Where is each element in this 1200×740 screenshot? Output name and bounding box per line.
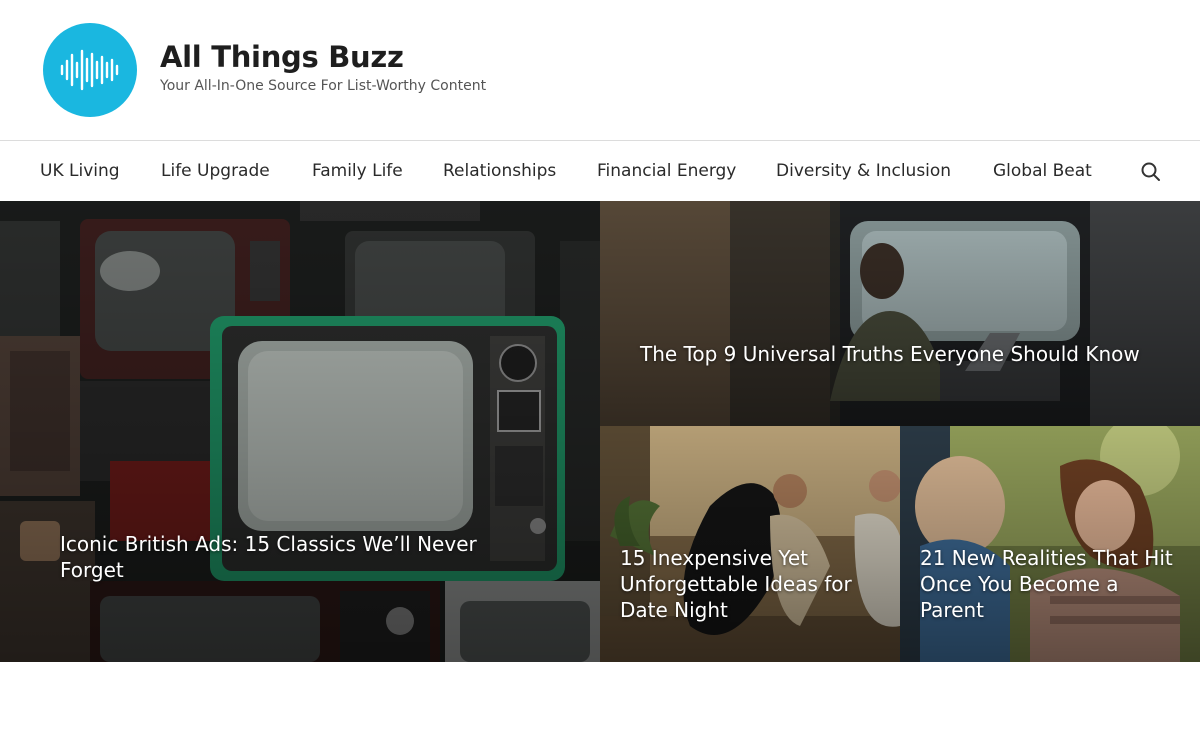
feature-image-overlay (0, 201, 600, 662)
feature-title[interactable]: 21 New Realities That Hit Once You Becom… (920, 545, 1185, 623)
nav-item-family-life[interactable]: Family Life (312, 161, 403, 181)
site-title[interactable]: All Things Buzz (160, 40, 404, 74)
feature-image-overlay (600, 201, 1200, 426)
feature-title[interactable]: 15 Inexpensive Yet Unforgettable Ideas f… (620, 545, 885, 623)
nav-item-diversity-inclusion[interactable]: Diversity & Inclusion (776, 161, 951, 181)
site-header: All Things Buzz Your All-In-One Source F… (0, 0, 1200, 140)
search-icon (1141, 162, 1160, 181)
nav-item-life-upgrade[interactable]: Life Upgrade (161, 161, 270, 181)
site-tagline: Your All-In-One Source For List-Worthy C… (160, 78, 487, 94)
nav-item-global-beat[interactable]: Global Beat (993, 161, 1092, 181)
feature-image-overlay (600, 426, 900, 662)
feature-image-overlay (900, 426, 1200, 662)
site-logo[interactable] (43, 23, 137, 117)
feature-card-universal-truths[interactable]: The Top 9 Universal Truths Everyone Shou… (600, 201, 1200, 426)
sound-wave-icon (60, 49, 119, 91)
feature-card-date-night[interactable]: 15 Inexpensive Yet Unforgettable Ideas f… (600, 426, 900, 662)
nav-item-uk-living[interactable]: UK Living (40, 161, 120, 181)
feature-card-parent-realities[interactable]: 21 New Realities That Hit Once You Becom… (900, 426, 1200, 662)
feature-card-british-ads[interactable]: Iconic British Ads: 15 Classics We’ll Ne… (0, 201, 600, 662)
nav-item-financial-energy[interactable]: Financial Energy (597, 161, 736, 181)
search-button[interactable] (1139, 160, 1163, 184)
nav-item-relationships[interactable]: Relationships (443, 161, 556, 181)
feature-title[interactable]: The Top 9 Universal Truths Everyone Shou… (640, 341, 1180, 367)
main-navigation: UK Living Life Upgrade Family Life Relat… (0, 140, 1200, 201)
feature-title[interactable]: Iconic British Ads: 15 Classics We’ll Ne… (60, 531, 500, 583)
